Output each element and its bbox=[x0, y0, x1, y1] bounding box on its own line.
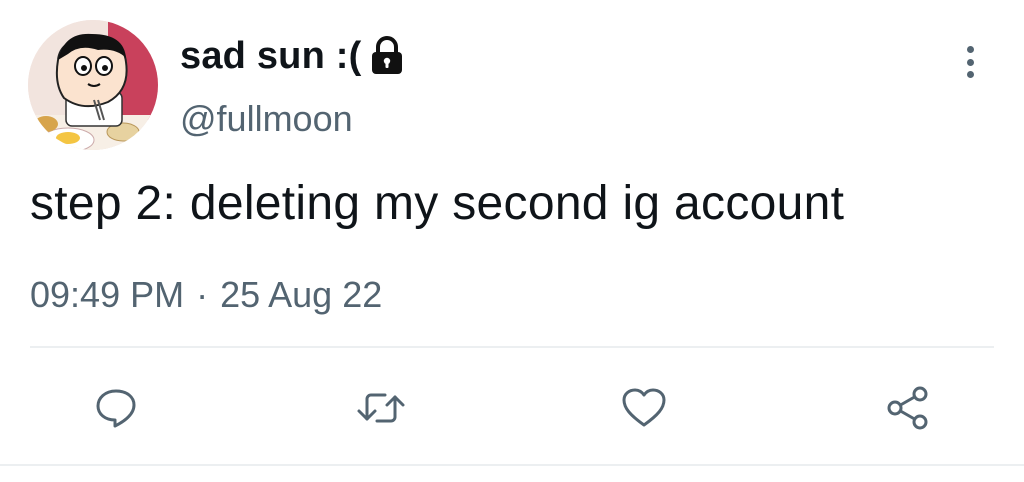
tweet-actions bbox=[0, 380, 1024, 436]
more-options-button[interactable] bbox=[955, 40, 985, 84]
avatar[interactable] bbox=[28, 20, 158, 150]
heart-icon bbox=[622, 388, 666, 427]
meta-separator: · bbox=[196, 274, 209, 315]
retweet-button[interactable] bbox=[353, 380, 409, 436]
divider bbox=[30, 346, 994, 348]
share-button[interactable] bbox=[880, 380, 936, 436]
tweet-timestamp[interactable]: 09:49 PM · 25 Aug 22 bbox=[30, 274, 382, 316]
tweet-time: 09:49 PM bbox=[30, 274, 185, 315]
more-vertical-icon-dot bbox=[966, 58, 974, 66]
user-name-row: sad sun :( bbox=[180, 32, 405, 80]
bottom-divider bbox=[0, 464, 1024, 466]
like-button[interactable] bbox=[616, 380, 672, 436]
more-vertical-icon bbox=[966, 46, 974, 53]
lock-icon bbox=[369, 36, 405, 76]
reply-icon bbox=[96, 389, 136, 428]
tweet-date: 25 Aug 22 bbox=[220, 274, 383, 315]
display-name[interactable]: sad sun :( bbox=[180, 35, 361, 78]
more-vertical-icon-dot bbox=[966, 71, 974, 78]
reply-button[interactable] bbox=[88, 380, 144, 436]
tweet-card: sad sun :( @fullmoon step 2: deleting my… bbox=[0, 0, 1024, 482]
share-icon bbox=[887, 386, 928, 430]
retweet-icon bbox=[357, 393, 405, 423]
tweet-text: step 2: deleting my second ig account bbox=[30, 177, 845, 230]
avatar-image bbox=[28, 20, 158, 150]
user-handle[interactable]: @fullmoon bbox=[180, 98, 353, 140]
